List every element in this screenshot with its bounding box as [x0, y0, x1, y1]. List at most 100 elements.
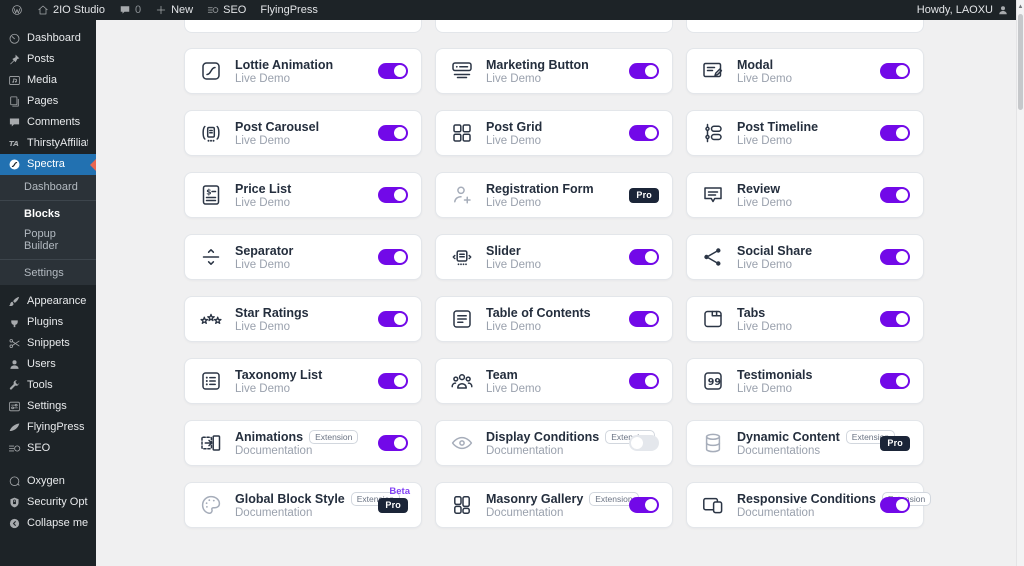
users-icon: [8, 358, 21, 371]
sidebar-item-pages[interactable]: Pages: [0, 91, 96, 112]
social-share-icon: [700, 245, 726, 269]
main-content: Lottie Animation Live Demo Marketing Butto…: [96, 20, 1016, 566]
howdy-text: Howdy, LAOXU: [916, 4, 993, 16]
block-toggle[interactable]: [880, 497, 910, 513]
block-toggle[interactable]: [880, 63, 910, 79]
block-title: Separator: [235, 243, 294, 258]
sidebar-item-thirstyaffiliates[interactable]: TA ThirstyAffiliates: [0, 133, 96, 154]
live-demo-link[interactable]: Live Demo: [486, 135, 542, 147]
block-toggle[interactable]: [880, 187, 910, 203]
scrollbar-up-arrow[interactable]: ▲: [1017, 0, 1024, 13]
live-demo-link[interactable]: Live Demo: [737, 321, 792, 333]
pro-badge: Pro: [378, 497, 408, 513]
block-toggle[interactable]: [880, 249, 910, 265]
documentation-link[interactable]: Documentation: [235, 507, 367, 519]
flyingpress-menu[interactable]: FlyingPress: [253, 0, 324, 20]
animations-icon: [198, 431, 224, 455]
block-toggle[interactable]: [880, 311, 910, 327]
new-menu[interactable]: New: [148, 0, 200, 20]
live-demo-link[interactable]: Live Demo: [486, 383, 541, 395]
block-toggle[interactable]: [378, 311, 408, 327]
sidebar-item-dashboard[interactable]: Dashboard: [0, 28, 96, 49]
live-demo-link[interactable]: Live Demo: [737, 383, 812, 395]
live-demo-link[interactable]: Live Demo: [737, 259, 812, 271]
block-toggle[interactable]: [629, 435, 659, 451]
documentations-link[interactable]: Documentations: [737, 445, 869, 457]
block-toggle[interactable]: [629, 63, 659, 79]
review-icon: [700, 183, 726, 207]
block-toggle[interactable]: [629, 249, 659, 265]
comments-menu[interactable]: 0: [112, 0, 148, 20]
live-demo-link[interactable]: Live Demo: [737, 197, 792, 209]
documentation-link[interactable]: Documentation: [737, 507, 869, 519]
sidebar-item-flyingpress[interactable]: FlyingPress: [0, 417, 96, 438]
block-toggle[interactable]: [378, 63, 408, 79]
sidebar-item-comments[interactable]: Comments: [0, 112, 96, 133]
sidebar-item-label: Collapse menu: [27, 517, 88, 529]
sidebar-menu-bottom: Oxygen Security Optimizer Collapse menu: [0, 471, 96, 534]
sidebar-item-appearance[interactable]: Appearance: [0, 291, 96, 312]
live-demo-link[interactable]: Live Demo: [235, 197, 291, 209]
live-demo-link[interactable]: Live Demo: [486, 321, 591, 333]
sidebar-item-label: Security Optimizer: [27, 496, 88, 508]
sidebar-item-oxygen[interactable]: Oxygen: [0, 471, 96, 492]
block-toggle[interactable]: [629, 373, 659, 389]
sidebar-item-settings[interactable]: Settings: [0, 396, 96, 417]
block-toggle[interactable]: [629, 497, 659, 513]
live-demo-link[interactable]: Live Demo: [486, 197, 594, 209]
sidebar-item-snippets[interactable]: Snippets: [0, 333, 96, 354]
seo-label: SEO: [223, 4, 247, 16]
sidebar-item-label: Pages: [27, 95, 59, 107]
partial-card: [184, 20, 422, 33]
sidebar-item-users[interactable]: Users: [0, 354, 96, 375]
live-demo-link[interactable]: Live Demo: [235, 321, 309, 333]
block-title: Review: [737, 181, 781, 196]
submenu-item-popup-builder[interactable]: Popup Builder: [0, 224, 96, 256]
block-toggle[interactable]: [378, 125, 408, 141]
block-toggle[interactable]: [378, 435, 408, 451]
block-toggle[interactable]: [378, 373, 408, 389]
block-toggle[interactable]: [629, 311, 659, 327]
sidebar-item-security-optimizer[interactable]: Security Optimizer: [0, 492, 96, 513]
live-demo-link[interactable]: Live Demo: [235, 73, 333, 85]
wordpress-menu[interactable]: [4, 0, 30, 20]
live-demo-link[interactable]: Live Demo: [737, 73, 792, 85]
documentation-link[interactable]: Documentation: [486, 445, 618, 457]
sidebar-item-tools[interactable]: Tools: [0, 375, 96, 396]
documentation-link[interactable]: Documentation: [486, 507, 618, 519]
flyingpress-label: FlyingPress: [260, 4, 318, 16]
extension-badge: Extension: [309, 429, 359, 444]
seo-menu[interactable]: SEO: [200, 0, 253, 20]
sidebar-item-seo[interactable]: SEO: [0, 438, 96, 459]
block-title: Price List: [235, 181, 292, 196]
live-demo-link[interactable]: Live Demo: [235, 259, 293, 271]
sidebar-item-plugins[interactable]: Plugins: [0, 312, 96, 333]
block-toggle[interactable]: [378, 249, 408, 265]
block-toggle[interactable]: [880, 125, 910, 141]
submenu-item-blocks[interactable]: Blocks: [0, 204, 96, 224]
scrollbar-thumb[interactable]: [1018, 14, 1023, 110]
sidebar-item-label: Appearance: [27, 295, 87, 307]
sidebar-item-posts[interactable]: Posts: [0, 49, 96, 70]
site-name-menu[interactable]: 2IO Studio: [30, 0, 112, 20]
live-demo-link[interactable]: Live Demo: [486, 259, 541, 271]
submenu-item-settings[interactable]: Settings: [0, 263, 96, 283]
sidebar-item-spectra[interactable]: Spectra: [0, 154, 96, 175]
block-title: Modal: [737, 57, 774, 72]
sidebar-item-collapse-menu[interactable]: Collapse menu: [0, 513, 96, 534]
block-toggle[interactable]: [880, 373, 910, 389]
block-toggle[interactable]: [629, 125, 659, 141]
live-demo-link[interactable]: Live Demo: [235, 135, 319, 147]
submenu-item-dashboard[interactable]: Dashboard: [0, 177, 96, 197]
live-demo-link[interactable]: Live Demo: [486, 73, 589, 85]
account-menu[interactable]: Howdy, LAOXU: [910, 0, 1016, 20]
sidebar-item-label: Posts: [27, 53, 55, 65]
sidebar-item-media[interactable]: Media: [0, 70, 96, 91]
live-demo-link[interactable]: Live Demo: [235, 383, 322, 395]
block-toggle[interactable]: [378, 187, 408, 203]
block-title: Testimonials: [737, 367, 813, 382]
live-demo-link[interactable]: Live Demo: [737, 135, 818, 147]
avatar: [997, 4, 1009, 16]
block-card-tabs: Tabs Live Demo: [686, 296, 924, 342]
documentation-link[interactable]: Documentation: [235, 445, 358, 457]
